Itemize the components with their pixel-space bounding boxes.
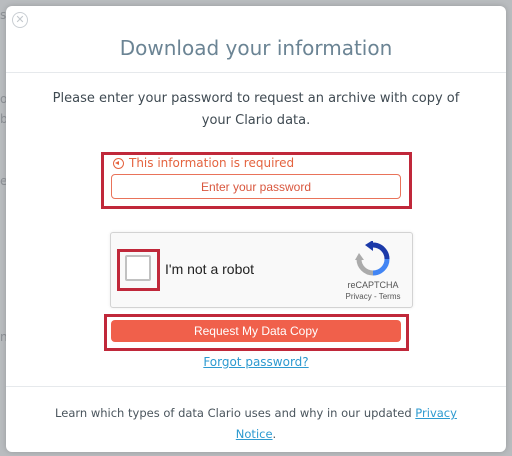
recaptcha-label: I'm not a robot <box>165 261 255 277</box>
footer-divider <box>6 386 506 387</box>
close-icon[interactable]: ✕ <box>12 12 28 28</box>
recaptcha-separator: - <box>373 292 377 301</box>
error-message-text: This information is required <box>129 156 295 170</box>
recaptcha-terms-link[interactable]: Terms <box>379 292 401 301</box>
request-data-copy-button[interactable]: Request My Data Copy <box>111 320 401 342</box>
forgot-password-link[interactable]: Forgot password? <box>6 355 506 369</box>
header-divider <box>6 72 506 73</box>
arrow-left-circle-icon <box>113 157 124 169</box>
recaptcha-logo-icon <box>355 241 390 276</box>
download-info-modal: ✕ Download your information Please enter… <box>6 6 506 452</box>
password-input[interactable] <box>111 174 401 199</box>
footer-text: Learn which types of data Clario uses an… <box>46 403 466 445</box>
error-message: This information is required <box>113 156 294 170</box>
instructions-text: Please enter your password to request an… <box>52 91 460 128</box>
recaptcha-links: Privacy - Terms <box>337 292 409 301</box>
footer-message: Learn which types of data Clario uses an… <box>55 406 412 420</box>
recaptcha-brand: reCAPTCHA <box>347 280 399 290</box>
checkbox-highlight-box <box>117 249 160 291</box>
footer-end: . <box>272 427 277 441</box>
modal-title: Download your information <box>119 36 393 60</box>
recaptcha-privacy-link[interactable]: Privacy <box>346 292 372 301</box>
